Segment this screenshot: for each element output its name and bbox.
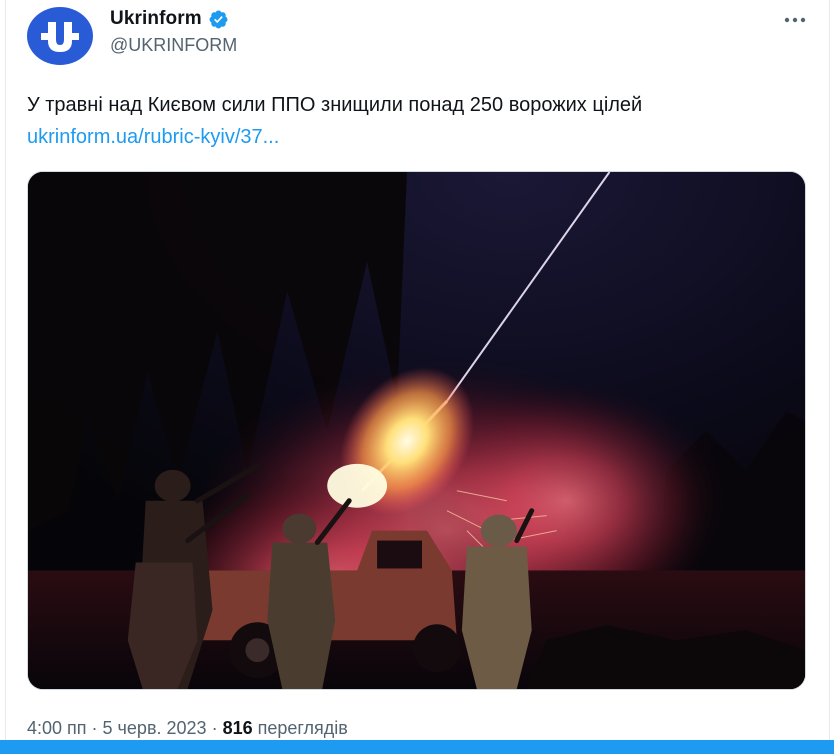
more-options-button[interactable] [780,8,810,32]
views-count: 816 [222,717,253,738]
tweet-text: У травні над Києвом сили ППО знищили пон… [27,94,643,116]
tweet-meta-row: 4:00 пп · 5 черв. 2023 · 816 переглядів [27,715,348,741]
photo-air-defense-night-image [28,172,805,689]
avatar[interactable] [27,7,93,65]
tweet-photo[interactable] [27,171,806,690]
bottom-accent-bar [0,740,834,754]
more-horizontal-icon [784,17,806,23]
tweet-page: Ukrinform @UKRINFORM У травні над Києвом… [0,0,834,754]
author-handle[interactable]: @UKRINFORM [110,35,237,56]
meta-separator-2: · [211,717,218,738]
author-display-name[interactable]: Ukrinform [110,8,202,30]
tweet-date[interactable]: 5 черв. 2023 [103,718,207,739]
meta-separator: · [91,717,98,738]
author-name-row: Ukrinform [110,7,229,31]
tweet-card: Ukrinform @UKRINFORM У травні над Києвом… [27,0,807,740]
left-border [0,0,6,740]
verified-badge-icon [209,10,228,28]
tweet-link[interactable]: ukrinform.ua/rubric-kyiv/37... [27,123,279,151]
tweet-time[interactable]: 4:00 пп [27,718,87,739]
views-label: переглядів [257,717,348,738]
right-border [829,0,834,740]
